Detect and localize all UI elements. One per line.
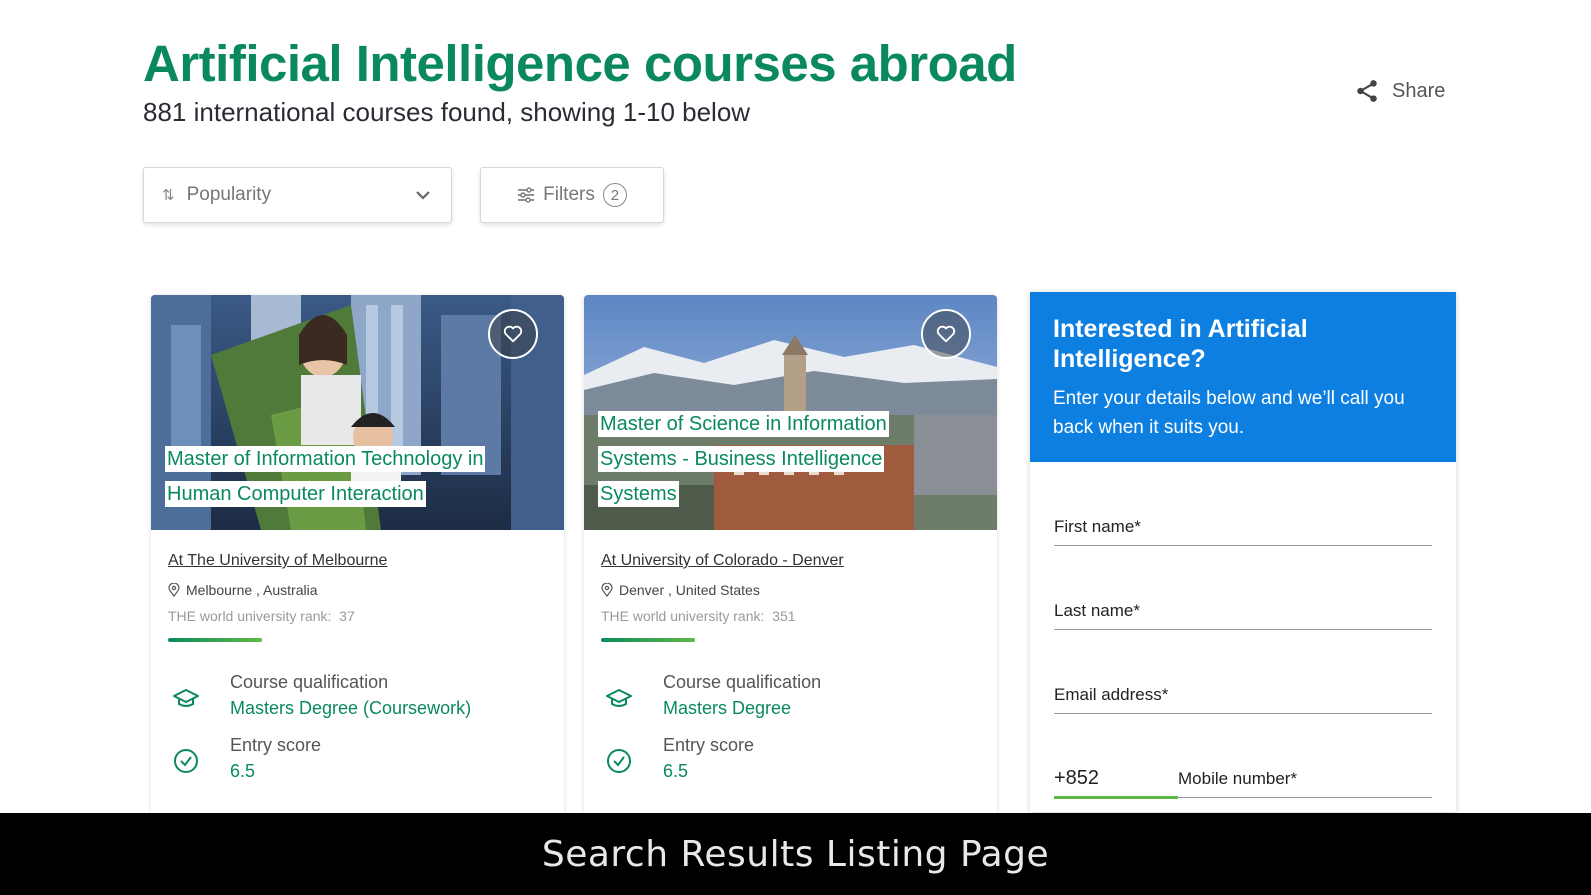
last-name-label: Last name* — [1054, 601, 1140, 620]
favourite-button[interactable] — [488, 309, 538, 359]
share-label: Share — [1392, 79, 1446, 102]
form-header: Interested in Artificial Intelligence? E… — [1030, 292, 1456, 462]
qualification-row: Course qualification Masters Degree (Cou… — [168, 672, 547, 719]
course-image: Master of Science in Information Systems… — [584, 295, 997, 530]
location: Melbourne , Australia — [168, 582, 547, 598]
qualification-row: Course qualification Masters Degree — [601, 672, 980, 719]
entry-score-label: Entry score — [663, 735, 755, 755]
filters-count-badge: 2 — [602, 183, 627, 207]
rank-value: 351 — [772, 608, 796, 624]
filters-label: Filters — [543, 184, 595, 205]
rank-label: THE world university rank: — [168, 608, 332, 624]
email-field[interactable]: Email address* — [1054, 630, 1432, 714]
mobile-number-field[interactable]: +852 Mobile number* — [1054, 714, 1432, 799]
heart-icon — [503, 325, 523, 343]
graduation-cap-icon — [606, 689, 632, 707]
course-image: Master of Information Technology in Huma… — [151, 295, 564, 530]
course-card[interactable]: Master of Science in Information Systems… — [584, 295, 997, 815]
university-link[interactable]: At The University of Melbourne — [168, 552, 387, 570]
share-button[interactable]: Share — [1354, 78, 1445, 104]
course-title[interactable]: Master of Science in Information Systems… — [598, 407, 947, 512]
map-pin-icon — [168, 583, 180, 597]
check-circle-icon — [607, 749, 631, 773]
page-title: Artificial Intelligence courses abroad — [143, 35, 1017, 92]
qualification-label: Course qualification — [663, 672, 822, 692]
rank-value: 37 — [339, 608, 355, 624]
qualification-value: Masters Degree (Coursework) — [230, 698, 472, 718]
university-rank: THE world university rank: 351 — [601, 608, 980, 624]
country-code-select[interactable]: +852 — [1054, 767, 1178, 799]
heart-icon — [936, 325, 956, 343]
location: Denver , United States — [601, 582, 980, 598]
caption-bar: Search Results Listing Page — [0, 813, 1591, 895]
entry-score-value: 6.5 — [230, 761, 256, 781]
callback-form: Interested in Artificial Intelligence? E… — [1030, 292, 1456, 812]
form-description: Enter your details below and we’ll call … — [1053, 388, 1405, 438]
university-link[interactable]: At University of Colorado - Denver — [601, 552, 844, 570]
qualification-label: Course qualification — [230, 672, 389, 692]
entry-score-row: Entry score 6.5 — [168, 735, 547, 782]
mobile-number-label: Mobile number* — [1178, 769, 1298, 788]
course-title[interactable]: Master of Information Technology in Huma… — [165, 442, 514, 512]
course-card[interactable]: Master of Information Technology in Huma… — [151, 295, 564, 815]
chevron-down-icon — [416, 191, 430, 200]
rank-label: THE world university rank: — [601, 608, 765, 624]
favourite-button[interactable] — [921, 309, 971, 359]
sort-value: Popularity — [186, 184, 272, 205]
entry-score-row: Entry score 6.5 — [601, 735, 980, 782]
results-count: 881 international courses found, showing… — [143, 97, 751, 127]
sort-select[interactable]: ⇅ Popularity — [143, 167, 452, 223]
caption-text: Search Results Listing Page — [541, 833, 1050, 875]
qualification-value: Masters Degree — [663, 698, 792, 718]
share-icon — [1357, 80, 1377, 102]
last-name-field[interactable]: Last name* — [1054, 546, 1432, 630]
entry-score-label: Entry score — [230, 735, 322, 755]
first-name-field[interactable]: First name* — [1054, 462, 1432, 546]
rank-bar — [601, 638, 695, 642]
check-circle-icon — [174, 749, 198, 773]
graduation-cap-icon — [173, 689, 199, 707]
university-rank: THE world university rank: 37 — [168, 608, 547, 624]
form-title: Interested in Artificial Intelligence? — [1053, 315, 1308, 373]
first-name-label: First name* — [1054, 517, 1141, 536]
entry-score-value: 6.5 — [663, 761, 689, 781]
sort-icon: ⇅ — [162, 187, 175, 204]
location-text: Denver , United States — [619, 582, 760, 598]
rank-bar — [168, 638, 262, 642]
email-label: Email address* — [1054, 685, 1169, 704]
location-text: Melbourne , Australia — [186, 582, 318, 598]
filter-sliders-icon — [518, 187, 535, 203]
filters-button[interactable]: Filters 2 — [480, 167, 664, 223]
map-pin-icon — [601, 583, 613, 597]
